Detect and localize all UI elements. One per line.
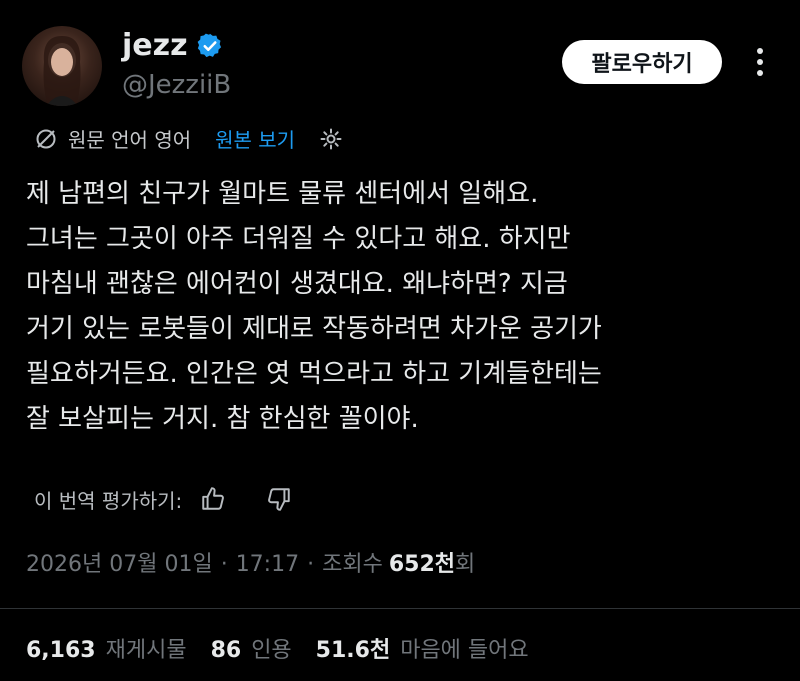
translate-icon xyxy=(36,129,56,148)
post-line: 마침내 괜찮은 에어컨이 생겼대요. 왜냐하면? 지금 xyxy=(26,269,568,299)
avatar[interactable] xyxy=(22,26,102,106)
translation-settings-button[interactable] xyxy=(319,127,343,151)
divider xyxy=(0,608,800,609)
post-line: 필요하거든요. 인간은 엿 먹으라고 하고 기계들한테는 xyxy=(26,359,602,389)
avatar-image xyxy=(43,36,81,106)
quotes-count[interactable]: 86 xyxy=(211,638,242,663)
post-meta: 2026년 07월 01일 · 17:17 · 조회수 652천회 xyxy=(26,546,475,578)
meta-separator: · xyxy=(220,552,228,577)
post-line: 그녀는 그곳이 아주 더워질 수 있다고 해요. 하지만 xyxy=(26,224,571,254)
post-text: 제 남편의 친구가 월마트 물류 센터에서 일해요. 그녀는 그곳이 아주 더워… xyxy=(26,172,786,442)
source-language-label: 원문 언어 영어 xyxy=(68,128,192,152)
post-line: 잘 보살피는 거지. 참 한심한 꼴이야. xyxy=(26,404,419,434)
quotes-label[interactable]: 인용 xyxy=(251,632,291,664)
author-name-row: jezz xyxy=(122,28,224,63)
post-line: 거기 있는 로봇들이 제대로 작동하려면 차가운 공기가 xyxy=(26,314,602,344)
gear-icon xyxy=(320,128,342,149)
follow-button[interactable]: 팔로우하기 xyxy=(562,40,722,84)
more-button[interactable] xyxy=(740,42,780,82)
view-original-link[interactable]: 원본 보기 xyxy=(215,124,295,153)
thumbs-up-button[interactable] xyxy=(198,484,228,514)
post-line: 제 남편의 친구가 월마트 물류 센터에서 일해요. xyxy=(26,179,539,209)
post-time[interactable]: 17:17 xyxy=(236,552,299,577)
rate-translation-label: 이 번역 평가하기: xyxy=(34,488,183,513)
views-suffix: 회 xyxy=(455,552,476,577)
thumbs-down-button[interactable] xyxy=(264,484,294,514)
engagement-stats: 6,163 재게시물 86 인용 51.6천 마음에 들어요 xyxy=(26,632,543,664)
reposts-label[interactable]: 재게시물 xyxy=(106,632,187,664)
author-handle[interactable]: @JezziiB xyxy=(122,70,231,100)
reposts-count[interactable]: 6,163 xyxy=(26,638,96,663)
rate-translation-row: 이 번역 평가하기: xyxy=(34,484,294,514)
views-label: 조회수 xyxy=(322,552,383,577)
meta-separator: · xyxy=(307,552,315,577)
translation-bar: 원문 언어 영어 원본 보기 xyxy=(34,124,343,153)
verified-badge-icon xyxy=(197,33,221,57)
likes-count[interactable]: 51.6천 xyxy=(316,632,391,664)
thumbs-up-icon xyxy=(202,487,225,510)
author-name[interactable]: jezz xyxy=(122,28,188,63)
views-count: 652천 xyxy=(388,552,455,577)
post-date[interactable]: 2026년 07월 01일 xyxy=(26,546,213,578)
thumbs-down-icon xyxy=(268,488,290,511)
more-icon xyxy=(757,48,763,76)
likes-label[interactable]: 마음에 들어요 xyxy=(400,632,528,664)
